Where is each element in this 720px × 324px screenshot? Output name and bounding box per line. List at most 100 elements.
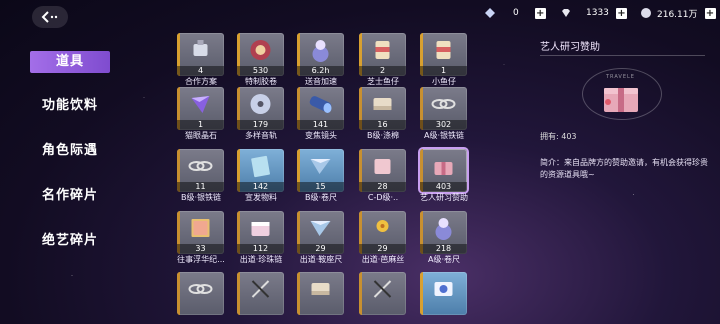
fabric-icon <box>311 283 330 295</box>
ruler-icon <box>310 221 331 236</box>
item-count: 6.2h <box>297 66 344 76</box>
item-slot[interactable] <box>297 272 344 315</box>
item-name: 多样音轨 <box>245 131 277 140</box>
currency-diamond: 1333 + <box>560 4 627 22</box>
item-count: 1 <box>177 120 224 130</box>
sidebar-item-props[interactable]: 道具 <box>30 51 110 73</box>
item-name: 合作方案 <box>185 77 217 86</box>
rarity-stripe <box>297 272 300 315</box>
crystal-amount: 0 <box>513 8 519 18</box>
item-count: 28 <box>359 182 406 192</box>
item-slot[interactable]: 33 <box>177 211 224 254</box>
item-slot[interactable]: 28 <box>359 149 406 192</box>
item-count: 302 <box>420 120 467 130</box>
rarity-stripe <box>420 272 423 315</box>
chain-icon <box>188 161 213 171</box>
item-slot[interactable]: 29 <box>297 211 344 254</box>
item-count: 142 <box>237 182 284 192</box>
coin-amount: 216.11万 <box>657 9 698 20</box>
item-slot[interactable]: 1 <box>420 33 467 76</box>
scissors-icon <box>373 280 392 298</box>
diamond-amount: 1333 <box>586 8 609 18</box>
chain-icon <box>188 284 213 294</box>
coin-icon <box>641 8 651 18</box>
item-slot[interactable] <box>237 272 284 315</box>
gift-box-icon <box>434 162 453 175</box>
item-name: C-D级·.. <box>367 193 399 202</box>
ruler-icon <box>310 159 331 174</box>
item-count: 112 <box>237 244 284 254</box>
item-name: A级·银铁链 <box>423 131 464 140</box>
figurine-icon <box>435 218 452 240</box>
sidebar-item-drinks[interactable]: 功能饮料 <box>30 95 110 117</box>
cd-icon <box>250 94 271 114</box>
item-slot[interactable] <box>420 272 467 315</box>
item-slot[interactable] <box>177 272 224 315</box>
item-slot[interactable]: 4 <box>177 33 224 76</box>
box-icon <box>251 222 270 236</box>
crystal-icon <box>485 8 495 18</box>
item-slot[interactable]: 11 <box>177 149 224 192</box>
item-slot[interactable]: 218 <box>420 211 467 254</box>
currency-coin: 216.11万 + <box>640 4 716 22</box>
detail-divider <box>540 55 705 56</box>
scissors-icon <box>251 280 270 298</box>
diamond-icon <box>562 9 570 17</box>
add-coin-button[interactable]: + <box>704 7 716 19</box>
detail-banner-text: TRAVELE <box>606 74 635 80</box>
item-slot[interactable]: 141 <box>297 87 344 130</box>
sidebar-item-skill-shards[interactable]: 绝艺碎片 <box>30 230 110 252</box>
item-count: 179 <box>237 120 284 130</box>
detail-title: 艺人研习赞助 <box>540 42 600 53</box>
add-diamond-button[interactable]: + <box>615 7 627 19</box>
lens-icon <box>309 96 332 113</box>
item-name: 宣发物料 <box>245 193 277 202</box>
item-count: 16 <box>359 120 406 130</box>
item-slot[interactable] <box>359 272 406 315</box>
sidebar-item-masterpiece-shards[interactable]: 名作碎片 <box>30 185 110 207</box>
item-name: B级·银铁链 <box>180 193 222 202</box>
flower-icon <box>376 220 389 232</box>
item-name: B级·涤棉 <box>366 131 400 140</box>
item-count: 2 <box>359 66 406 76</box>
item-slot[interactable]: 530 <box>237 33 284 76</box>
chevron-left-icon <box>41 11 58 23</box>
cloth-icon <box>374 159 391 174</box>
item-slot[interactable]: 142 <box>237 149 284 192</box>
back-button[interactable] <box>32 6 68 28</box>
rarity-stripe <box>359 272 362 315</box>
item-name: 出道·珍珠链 <box>239 255 283 264</box>
item-count: 218 <box>420 244 467 254</box>
snack-bag-icon <box>436 41 451 59</box>
item-slot[interactable]: 15 <box>297 149 344 192</box>
item-name: 变焦镜头 <box>305 131 337 140</box>
item-slot[interactable]: 302 <box>420 87 467 130</box>
add-crystal-button[interactable]: + <box>534 7 546 19</box>
item-slot[interactable]: 403 <box>420 149 467 192</box>
item-slot[interactable]: 179 <box>237 87 284 130</box>
item-slot[interactable]: 112 <box>237 211 284 254</box>
item-count: 530 <box>237 66 284 76</box>
snack-bag-icon <box>375 41 390 59</box>
item-name: 猫眼晶石 <box>185 131 217 140</box>
book-icon <box>191 219 210 237</box>
item-count: 33 <box>177 244 224 254</box>
item-slot[interactable]: 29 <box>359 211 406 254</box>
flyer-icon <box>251 155 270 178</box>
item-slot[interactable]: 2 <box>359 33 406 76</box>
item-name: 艺人研习赞助 <box>420 193 468 202</box>
item-count: 29 <box>359 244 406 254</box>
item-name: 出道·芭麻丝 <box>361 255 405 264</box>
card-icon <box>434 282 453 296</box>
item-slot[interactable]: 16 <box>359 87 406 130</box>
chain-icon <box>431 99 456 109</box>
sidebar-item-encounters[interactable]: 角色际遇 <box>30 140 110 162</box>
item-name: B级·卷尺 <box>304 193 338 202</box>
item-name: 出道·鞍座尺 <box>299 255 343 264</box>
item-slot[interactable]: 6.2h <box>297 33 344 76</box>
item-count: 403 <box>420 182 467 192</box>
item-slot[interactable]: 1 <box>177 87 224 130</box>
film-roll-icon <box>250 40 271 60</box>
item-count: 15 <box>297 182 344 192</box>
rarity-stripe <box>237 272 240 315</box>
